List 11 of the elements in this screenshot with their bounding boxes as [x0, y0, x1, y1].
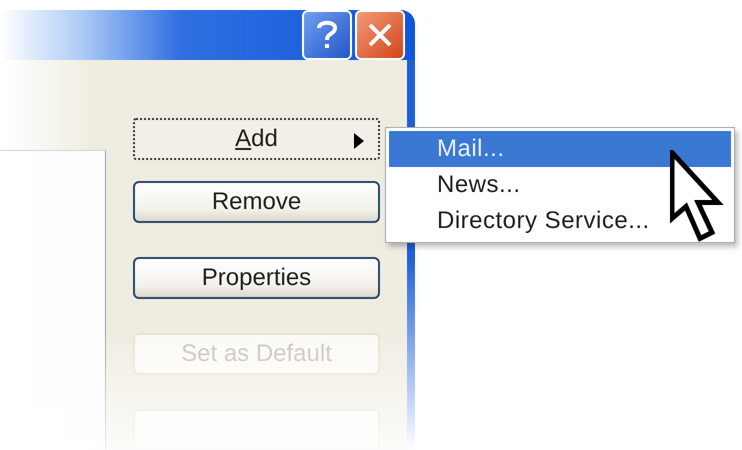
- close-button[interactable]: [355, 10, 405, 60]
- help-icon: [316, 19, 338, 51]
- menu-item[interactable]: Mail...: [389, 131, 731, 167]
- add-menu-button[interactable]: Add: [133, 118, 380, 160]
- dialog-button[interactable]: Properties: [133, 257, 380, 299]
- menu-item[interactable]: News...: [389, 167, 731, 203]
- submenu-arrow-icon: [354, 133, 364, 149]
- dialog-button[interactable]: Remove: [133, 181, 380, 223]
- help-button[interactable]: [302, 10, 352, 60]
- close-icon: [367, 22, 393, 48]
- menu-item[interactable]: Directory Service...: [389, 203, 731, 239]
